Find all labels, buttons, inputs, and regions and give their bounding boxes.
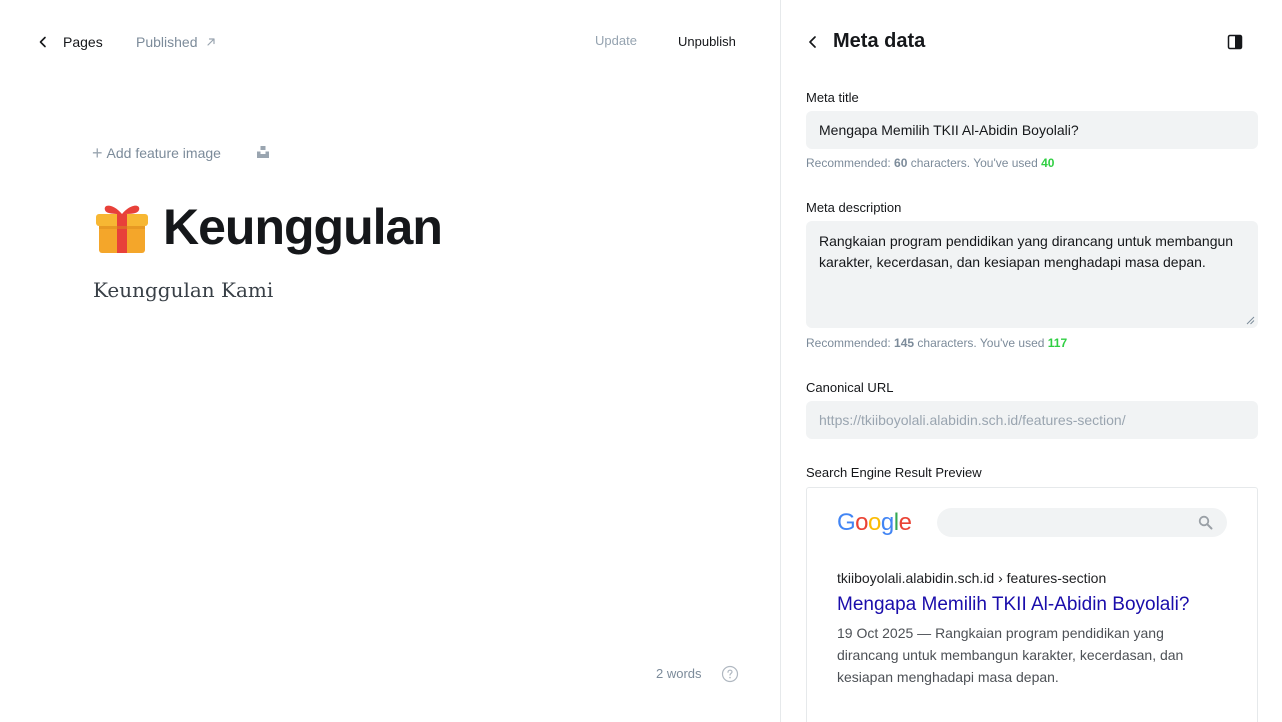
resize-handle-icon[interactable] xyxy=(1245,315,1255,325)
hint-used-count: 117 xyxy=(1047,336,1068,350)
meta-title-hint: Recommended: 60 characters. You've used … xyxy=(806,156,1054,170)
canonical-url-input[interactable]: https://tkiiboyolali.alabidin.sch.id/fea… xyxy=(806,401,1258,439)
post-title[interactable]: Keunggulan xyxy=(93,198,443,256)
serp-preview: Google tkiiboyolali.alabidin.sch.id › fe… xyxy=(806,487,1258,722)
published-status-link[interactable]: Published xyxy=(136,32,217,52)
plus-icon: + xyxy=(92,143,103,163)
update-button[interactable]: Update xyxy=(595,33,637,48)
hint-prefix: Recommended: xyxy=(806,336,895,350)
chevron-left-icon xyxy=(39,36,46,48)
status-label: Published xyxy=(136,34,198,50)
serp-title: Mengapa Memilih TKII Al-Abidin Boyolali? xyxy=(837,594,1190,615)
editor-area: Pages Published Update Unpublish + Add f… xyxy=(0,0,780,722)
chevron-left-icon[interactable] xyxy=(805,34,821,50)
add-feature-image-button[interactable]: + Add feature image xyxy=(92,143,221,163)
hint-recommended: 60 xyxy=(894,156,908,170)
editor-topbar: Pages Published Update Unpublish xyxy=(0,0,780,84)
hint-middle: characters. You've used xyxy=(907,156,1042,170)
serp-breadcrumb: tkiiboyolali.alabidin.sch.id › features-… xyxy=(837,570,1107,586)
hint-recommended: 145 xyxy=(894,336,915,350)
canonical-url-placeholder: https://tkiiboyolali.alabidin.sch.id/fea… xyxy=(819,412,1126,428)
meta-title-label: Meta title xyxy=(806,90,859,105)
unpublish-button[interactable]: Unpublish xyxy=(678,34,736,49)
hint-used-count: 40 xyxy=(1041,156,1055,170)
panel-title: Meta data xyxy=(833,30,926,52)
meta-title-input[interactable]: Mengapa Memilih TKII Al-Abidin Boyolali? xyxy=(806,111,1258,149)
serp-preview-label: Search Engine Result Preview xyxy=(806,465,982,480)
serp-dash: — xyxy=(913,625,936,641)
back-label: Pages xyxy=(63,34,103,50)
serp-date: 19 Oct 2025 xyxy=(837,625,914,641)
post-excerpt[interactable]: Keunggulan Kami xyxy=(93,278,273,302)
google-logo: Google xyxy=(837,509,912,536)
settings-panel: Meta data Meta title Mengapa Memilih TKI… xyxy=(780,0,1282,722)
meta-description-label: Meta description xyxy=(806,200,902,215)
google-search-bar xyxy=(937,508,1227,537)
meta-title-value: Mengapa Memilih TKII Al-Abidin Boyolali? xyxy=(819,122,1079,138)
gift-emoji xyxy=(96,205,148,253)
hint-prefix: Recommended: xyxy=(806,156,895,170)
word-count: 2 words xyxy=(656,666,702,681)
magnifier-icon xyxy=(1198,515,1213,530)
sidebar-toggle-icon[interactable] xyxy=(1227,34,1243,50)
post-title-text: Keunggulan xyxy=(163,199,443,255)
back-to-pages-link[interactable]: Pages xyxy=(36,32,103,52)
serp-description: 19 Oct 2025 — Rangkaian program pendidik… xyxy=(837,622,1207,688)
canonical-url-label: Canonical URL xyxy=(806,380,894,395)
meta-description-value: Rangkaian program pendidikan yang diranc… xyxy=(819,233,1234,270)
add-feature-image-label: Add feature image xyxy=(106,145,221,161)
meta-description-textarea[interactable]: Rangkaian program pendidikan yang diranc… xyxy=(806,221,1258,328)
hint-middle: characters. You've used xyxy=(914,336,1048,350)
help-icon[interactable] xyxy=(721,665,739,683)
arrow-up-right-icon xyxy=(206,38,215,46)
unsplash-icon[interactable] xyxy=(256,145,270,159)
meta-description-hint: Recommended: 145 characters. You've used… xyxy=(806,336,1067,350)
